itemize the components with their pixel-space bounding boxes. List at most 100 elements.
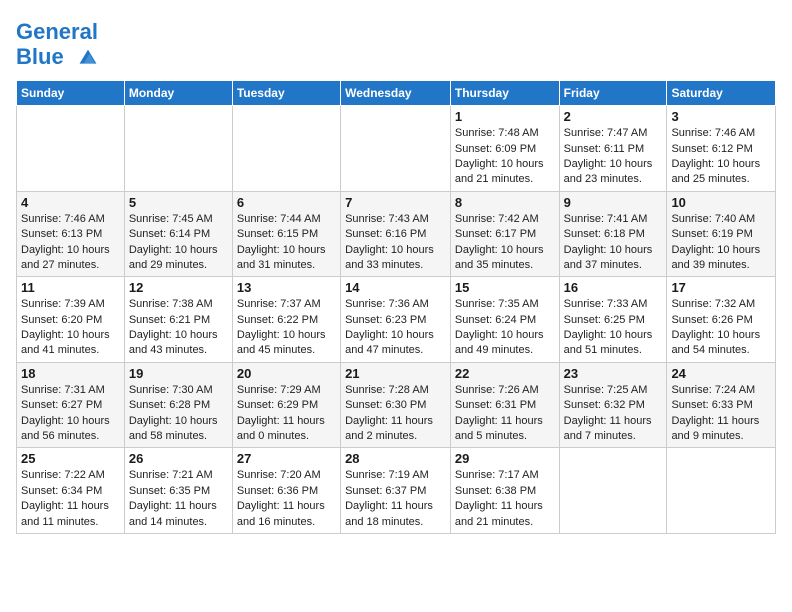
daylight-text: Daylight: 10 hours and 47 minutes.: [345, 329, 434, 356]
day-info: Sunrise: 7:45 AMSunset: 6:14 PMDaylight:…: [129, 212, 228, 274]
daylight-text: Daylight: 11 hours and 7 minutes.: [564, 415, 652, 442]
sunset-text: Sunset: 6:17 PM: [455, 228, 536, 240]
day-number: 1: [455, 109, 555, 124]
sunrise-text: Sunrise: 7:45 AM: [129, 213, 213, 225]
day-number: 6: [237, 195, 336, 210]
sunrise-text: Sunrise: 7:31 AM: [21, 384, 105, 396]
day-number: 13: [237, 280, 336, 295]
calendar-cell: 1 Sunrise: 7:48 AM Sunset: 6:09 PM Daylight…: [450, 106, 559, 192]
calendar-cell: 5 Sunrise: 7:45 AMSunset: 6:14 PMDaylight…: [124, 191, 232, 277]
calendar-cell: [232, 106, 340, 192]
calendar-cell: 4Sunrise: 7:46 AMSunset: 6:13 PMDaylight…: [17, 191, 125, 277]
daylight-text: Daylight: 10 hours and 33 minutes.: [345, 244, 434, 271]
day-number: 3: [671, 109, 771, 124]
calendar-cell: 23 Sunrise: 7:25 AM Sunset: 6:32 PM Dayligh…: [559, 362, 667, 448]
day-number: 12: [129, 280, 228, 295]
day-number: 5: [129, 195, 228, 210]
day-info: Sunrise: 7:44 AMSunset: 6:15 PMDaylight:…: [237, 212, 336, 274]
daylight-text: Daylight: 10 hours and 39 minutes.: [671, 244, 760, 271]
logo-text: General: [16, 20, 104, 44]
day-info: Sunrise: 7:47 AMSunset: 6:11 PMDaylight:…: [564, 126, 663, 188]
sunrise-text: Sunrise: 7:41 AM: [564, 213, 648, 225]
sunset-text: Sunset: 6:25 PM: [564, 314, 645, 326]
calendar-cell: [124, 106, 232, 192]
sunset-text: Sunset: 6:26 PM: [671, 314, 752, 326]
sunrise-text: Sunrise: 7:24 AM: [671, 384, 755, 396]
logo: General Blue: [16, 20, 104, 72]
daylight-text: Daylight: 11 hours and 18 minutes.: [345, 500, 433, 527]
sunset-text: Sunset: 6:30 PM: [345, 399, 426, 411]
col-header-friday: Friday: [559, 81, 667, 106]
daylight-text: Daylight: 10 hours and 54 minutes.: [671, 329, 760, 356]
day-number: 28: [345, 451, 446, 466]
day-number: 9: [564, 195, 663, 210]
calendar-cell: 18 Sunrise: 7:31 AMSunset: 6:27 PMDayligh…: [17, 362, 125, 448]
calendar-cell: 9Sunrise: 7:41 AMSunset: 6:18 PMDaylight…: [559, 191, 667, 277]
day-info: Sunrise: 7:40 AMSunset: 6:19 PMDaylight:…: [671, 212, 771, 274]
week-row-1: 1 Sunrise: 7:48 AM Sunset: 6:09 PM Daylight…: [17, 106, 776, 192]
calendar-cell: [17, 106, 125, 192]
day-info: Sunrise: 7:17 AMSunset: 6:38 PMDaylight:…: [455, 468, 555, 530]
day-info: Sunrise: 7:38 AMSunset: 6:21 PMDaylight:…: [129, 297, 228, 359]
daylight-text: Daylight: 11 hours and 11 minutes.: [21, 500, 109, 527]
sunset-text: Sunset: 6:16 PM: [345, 228, 426, 240]
day-info: Sunrise: 7:21 AM Sunset: 6:35 PM Daylight:…: [129, 468, 228, 530]
day-number: 18: [21, 366, 120, 381]
sunrise-text: Sunrise: 7:19 AM: [345, 469, 429, 481]
day-number: 23: [564, 366, 663, 381]
daylight-text: Daylight: 10 hours and 58 minutes.: [129, 415, 218, 442]
sunset-text: Sunset: 6:32 PM: [564, 399, 645, 411]
daylight-text: Daylight: 10 hours and 43 minutes.: [129, 329, 218, 356]
calendar-cell: 13Sunrise: 7:37 AMSunset: 6:22 PMDayligh…: [232, 277, 340, 363]
calendar-cell: 11Sunrise: 7:39 AMSunset: 6:20 PMDayligh…: [17, 277, 125, 363]
day-info: Sunrise: 7:31 AMSunset: 6:27 PMDaylight:…: [21, 383, 120, 445]
daylight-text: Daylight: 11 hours and 5 minutes.: [455, 415, 543, 442]
sunset-text: Sunset: 6:21 PM: [129, 314, 210, 326]
calendar-cell: 27Sunrise: 7:20 AMSunset: 6:36 PMDayligh…: [232, 448, 340, 534]
sunrise-text: Sunrise: 7:29 AM: [237, 384, 321, 396]
logo-icon: [72, 44, 104, 72]
calendar-cell: 20Sunrise: 7:29 AMSunset: 6:29 PMDayligh…: [232, 362, 340, 448]
sunrise-text: Sunrise: 7:48 AM: [455, 127, 539, 139]
day-number: 16: [564, 280, 663, 295]
sunset-text: Sunset: 6:09 PM: [455, 143, 536, 155]
sunset-text: Sunset: 6:13 PM: [21, 228, 102, 240]
calendar-cell: 2Sunrise: 7:47 AMSunset: 6:11 PMDaylight…: [559, 106, 667, 192]
calendar-cell: 6 Sunrise: 7:44 AMSunset: 6:15 PMDaylight…: [232, 191, 340, 277]
week-row-2: 4Sunrise: 7:46 AMSunset: 6:13 PMDaylight…: [17, 191, 776, 277]
sunrise-text: Sunrise: 7:17 AM: [455, 469, 539, 481]
day-info: Sunrise: 7:36 AMSunset: 6:23 PMDaylight:…: [345, 297, 446, 359]
day-info: Sunrise: 7:46 AMSunset: 6:12 PMDaylight:…: [671, 126, 771, 188]
sunrise-text: Sunrise: 7:43 AM: [345, 213, 429, 225]
day-number: 7: [345, 195, 446, 210]
sunset-text: Sunset: 6:29 PM: [237, 399, 318, 411]
day-number: 10: [671, 195, 771, 210]
daylight-text: Daylight: 10 hours and 27 minutes.: [21, 244, 110, 271]
daylight-text: Daylight: 10 hours and 29 minutes.: [129, 244, 218, 271]
day-info: Sunrise: 7:26 AMSunset: 6:31 PMDaylight:…: [455, 383, 555, 445]
day-info: Sunrise: 7:39 AMSunset: 6:20 PMDaylight:…: [21, 297, 120, 359]
day-info: Sunrise: 7:32 AMSunset: 6:26 PMDaylight:…: [671, 297, 771, 359]
sunset-text: Sunset: 6:35 PM: [129, 485, 210, 497]
day-number: 4: [21, 195, 120, 210]
calendar-cell: 21Sunrise: 7:28 AMSunset: 6:30 PMDayligh…: [341, 362, 451, 448]
col-header-thursday: Thursday: [450, 81, 559, 106]
sunset-text: Sunset: 6:28 PM: [129, 399, 210, 411]
daylight-text: Daylight: 10 hours and 21 minutes.: [455, 158, 544, 185]
calendar-cell: 12 Sunrise: 7:38 AMSunset: 6:21 PMDayligh…: [124, 277, 232, 363]
sunrise-text: Sunrise: 7:40 AM: [671, 213, 755, 225]
day-number: 22: [455, 366, 555, 381]
sunset-text: Sunset: 6:20 PM: [21, 314, 102, 326]
calendar-cell: [341, 106, 451, 192]
sunrise-text: Sunrise: 7:25 AM: [564, 384, 648, 396]
day-info: Sunrise: 7:33 AMSunset: 6:25 PMDaylight:…: [564, 297, 663, 359]
day-number: 20: [237, 366, 336, 381]
calendar-cell: 15Sunrise: 7:35 AMSunset: 6:24 PMDayligh…: [450, 277, 559, 363]
daylight-text: Daylight: 11 hours and 14 minutes.: [129, 500, 217, 527]
sunrise-text: Sunrise: 7:21 AM: [129, 469, 213, 481]
sunset-text: Sunset: 6:33 PM: [671, 399, 752, 411]
calendar-cell: 26Sunrise: 7:21 AMSunset: 6:35 PMDayligh…: [124, 448, 232, 534]
day-number: 8: [455, 195, 555, 210]
day-info: Sunrise: 7:20 AMSunset: 6:36 PMDaylight:…: [237, 468, 336, 530]
calendar-cell: 8Sunrise: 7:42 AMSunset: 6:17 PMDaylight…: [450, 191, 559, 277]
